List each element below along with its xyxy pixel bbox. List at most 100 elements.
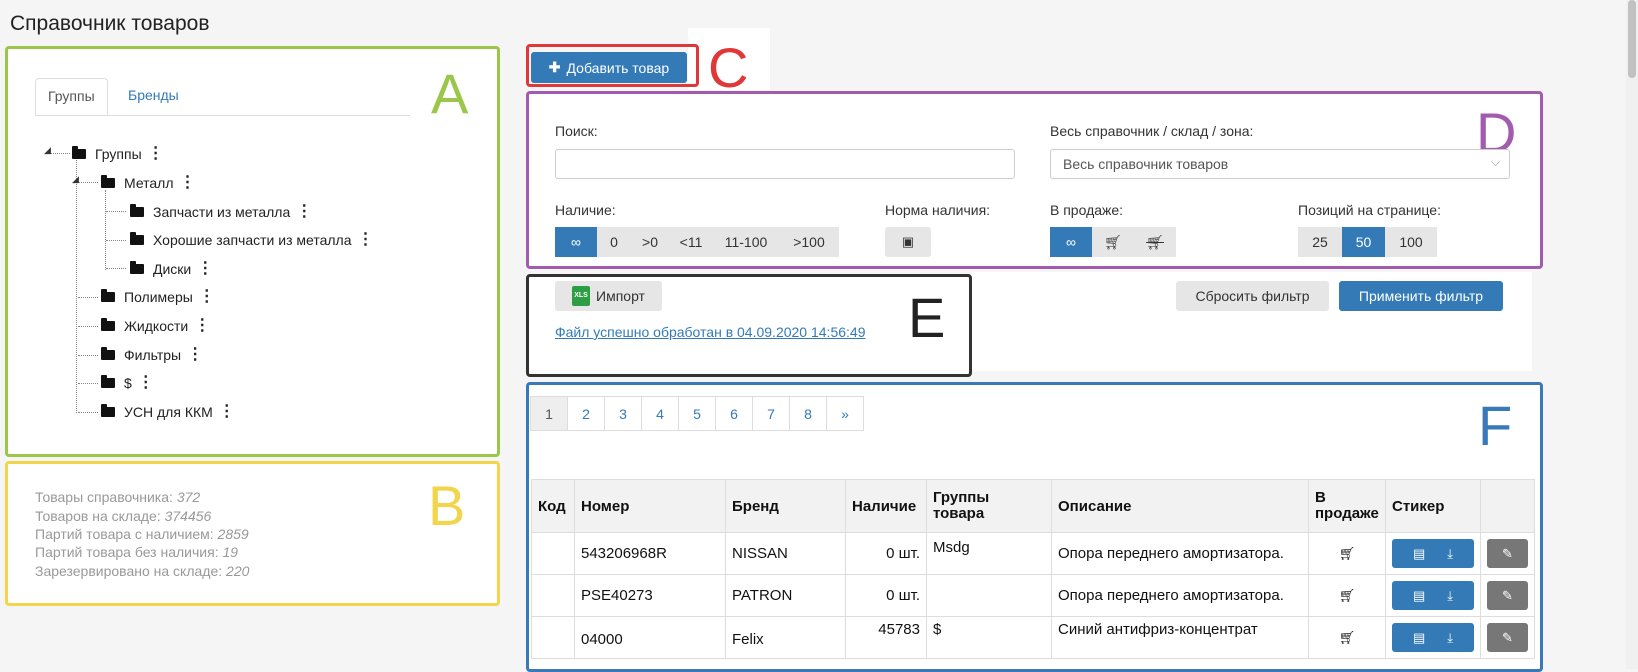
stock-option-lt11[interactable]: <11 bbox=[669, 227, 713, 257]
folder-icon bbox=[101, 289, 115, 302]
more-vertical-icon[interactable]: ⋮ bbox=[358, 232, 374, 248]
more-vertical-icon[interactable]: ⋮ bbox=[148, 146, 164, 162]
scrollbar-thumb[interactable] bbox=[1628, 0, 1636, 78]
stat-reserved: Зарезервировано на складе: 220 bbox=[35, 563, 250, 579]
tree-node-dollar[interactable]: $ ⋮ bbox=[101, 373, 154, 393]
import-status-link[interactable]: Файл успешно обработан в 04.09.2020 14:5… bbox=[555, 324, 865, 340]
stat-batches-in-stock: Партий товара с наличием: 2859 bbox=[35, 526, 249, 542]
stock-option-positive[interactable]: >0 bbox=[631, 227, 669, 257]
page-scrollbar[interactable] bbox=[1626, 0, 1638, 669]
edit-button[interactable]: ✎ bbox=[1487, 581, 1528, 610]
more-vertical-icon[interactable]: ⋮ bbox=[194, 318, 210, 334]
region-b-letter: B bbox=[428, 474, 466, 537]
tree-node-polymers[interactable]: Полимеры ⋮ bbox=[101, 287, 215, 307]
col-description[interactable]: Описание bbox=[1051, 479, 1309, 533]
more-vertical-icon[interactable]: ⋮ bbox=[197, 261, 213, 277]
stock-label: Наличие: bbox=[555, 202, 616, 218]
print-icon[interactable]: ▤ bbox=[1413, 588, 1425, 604]
page-link[interactable]: 8 bbox=[789, 396, 827, 431]
page-link[interactable]: 7 bbox=[752, 396, 790, 431]
cart-icon: 🛒︎ bbox=[1338, 588, 1356, 603]
region-e-letter: E bbox=[908, 286, 946, 349]
per-page-25[interactable]: 25 bbox=[1298, 227, 1342, 257]
col-stock[interactable]: Наличие bbox=[845, 479, 927, 533]
edit-button[interactable]: ✎ bbox=[1487, 623, 1528, 652]
page-link[interactable]: 6 bbox=[715, 396, 753, 431]
collapse-toggle-icon[interactable]: ◢ bbox=[72, 174, 79, 185]
folder-icon bbox=[130, 204, 144, 217]
cart-icon: 🛒︎ bbox=[1104, 233, 1122, 250]
import-button[interactable]: XLS Импорт bbox=[555, 281, 662, 311]
col-sticker[interactable]: Стикер bbox=[1385, 479, 1481, 533]
stat-catalog-items: Товары справочника: 372 bbox=[35, 489, 201, 505]
reset-filter-button[interactable]: Сбросить фильтр bbox=[1176, 281, 1329, 311]
tab-brands[interactable]: Бренды bbox=[116, 78, 191, 116]
col-on-sale[interactable]: Впродаже bbox=[1308, 479, 1386, 533]
norm-button[interactable]: ▣ bbox=[885, 227, 931, 257]
download-icon[interactable]: ⤓ bbox=[1447, 588, 1453, 604]
sale-option-not-on-sale[interactable]: 🛒︎ bbox=[1134, 227, 1176, 257]
cart-icon: 🛒︎ bbox=[1338, 546, 1356, 561]
folder-icon bbox=[130, 232, 144, 245]
sticker-buttons[interactable]: ▤ ⤓ bbox=[1392, 581, 1474, 610]
per-page-100[interactable]: 100 bbox=[1385, 227, 1437, 257]
sticker-buttons[interactable]: ▤ ⤓ bbox=[1392, 623, 1474, 652]
tree-node-disks[interactable]: Диски ⋮ bbox=[130, 259, 213, 279]
tab-groups[interactable]: Группы bbox=[35, 78, 108, 116]
search-input[interactable] bbox=[555, 149, 1015, 179]
table-row[interactable]: 543206968R NISSAN 0 шт. Msdg Опора перед… bbox=[531, 532, 1535, 575]
add-product-button[interactable]: ✚ Добавить товар bbox=[531, 52, 687, 83]
pagination: 1 2 3 4 5 6 7 8 » bbox=[530, 396, 864, 431]
more-vertical-icon[interactable]: ⋮ bbox=[180, 175, 196, 191]
per-page-50[interactable]: 50 bbox=[1342, 227, 1385, 257]
folder-icon bbox=[101, 404, 115, 417]
stock-option-gt100[interactable]: >100 bbox=[779, 227, 839, 257]
stock-option-any[interactable]: ∞ bbox=[555, 227, 597, 257]
xls-icon: XLS bbox=[572, 286, 591, 306]
print-icon[interactable]: ▤ bbox=[1413, 546, 1425, 562]
page-link[interactable]: 2 bbox=[567, 396, 605, 431]
stock-option-11-100[interactable]: 11-100 bbox=[713, 227, 779, 257]
plus-icon: ✚ bbox=[548, 59, 561, 75]
tree-node-good-metal-parts[interactable]: Хорошие запчасти из металла ⋮ bbox=[130, 230, 374, 250]
tree-node-root[interactable]: Группы ⋮ bbox=[72, 144, 164, 164]
sale-option-on-sale[interactable]: 🛒︎ bbox=[1092, 227, 1134, 257]
page-link[interactable]: 3 bbox=[604, 396, 642, 431]
apply-filter-button[interactable]: Применить фильтр bbox=[1339, 281, 1503, 311]
sticker-buttons[interactable]: ▤ ⤓ bbox=[1392, 539, 1474, 568]
collapse-toggle-icon[interactable]: ◢ bbox=[44, 145, 51, 156]
col-code[interactable]: Код bbox=[531, 479, 575, 533]
tree-node-metal[interactable]: Металл ⋮ bbox=[101, 173, 196, 193]
download-icon[interactable]: ⤓ bbox=[1447, 546, 1453, 562]
cart-off-icon: 🛒︎ bbox=[1146, 233, 1164, 250]
tree-node-metal-parts[interactable]: Запчасти из металла ⋮ bbox=[130, 202, 312, 222]
scope-select-value: Весь справочник товаров bbox=[1063, 156, 1229, 172]
per-page-label: Позиций на странице: bbox=[1298, 202, 1441, 218]
col-number[interactable]: Номер bbox=[574, 479, 726, 533]
folder-icon bbox=[72, 146, 86, 159]
page-link[interactable]: 4 bbox=[641, 396, 679, 431]
table-row[interactable]: 04000 Felix 45783 $ Синий антифриз-конце… bbox=[531, 616, 1535, 659]
more-vertical-icon[interactable]: ⋮ bbox=[138, 375, 154, 391]
sale-option-any[interactable]: ∞ bbox=[1050, 227, 1092, 257]
more-vertical-icon[interactable]: ⋮ bbox=[199, 289, 215, 305]
download-icon[interactable]: ⤓ bbox=[1447, 630, 1453, 646]
next-page-link[interactable]: » bbox=[826, 396, 864, 431]
page-link[interactable]: 5 bbox=[678, 396, 716, 431]
tree-node-usn[interactable]: УСН для ККМ ⋮ bbox=[101, 402, 235, 422]
pencil-icon: ✎ bbox=[1502, 629, 1513, 645]
col-groups[interactable]: Группы товара bbox=[926, 479, 1052, 533]
more-vertical-icon[interactable]: ⋮ bbox=[219, 404, 235, 420]
print-icon[interactable]: ▤ bbox=[1413, 630, 1425, 646]
products-table: Код Номер Бренд Наличие Группы товара Опи… bbox=[531, 479, 1535, 659]
tree-node-liquids[interactable]: Жидкости ⋮ bbox=[101, 316, 210, 336]
stock-option-zero[interactable]: 0 bbox=[597, 227, 631, 257]
tree-node-filters[interactable]: Фильтры ⋮ bbox=[101, 345, 203, 365]
col-brand[interactable]: Бренд bbox=[725, 479, 846, 533]
more-vertical-icon[interactable]: ⋮ bbox=[296, 204, 312, 220]
table-row[interactable]: PSE40273 PATRON 0 шт. Опора переднего ам… bbox=[531, 574, 1535, 617]
page-link[interactable]: 1 bbox=[530, 396, 568, 431]
more-vertical-icon[interactable]: ⋮ bbox=[187, 347, 203, 363]
cart-icon: 🛒︎ bbox=[1338, 630, 1356, 645]
edit-button[interactable]: ✎ bbox=[1487, 539, 1528, 568]
